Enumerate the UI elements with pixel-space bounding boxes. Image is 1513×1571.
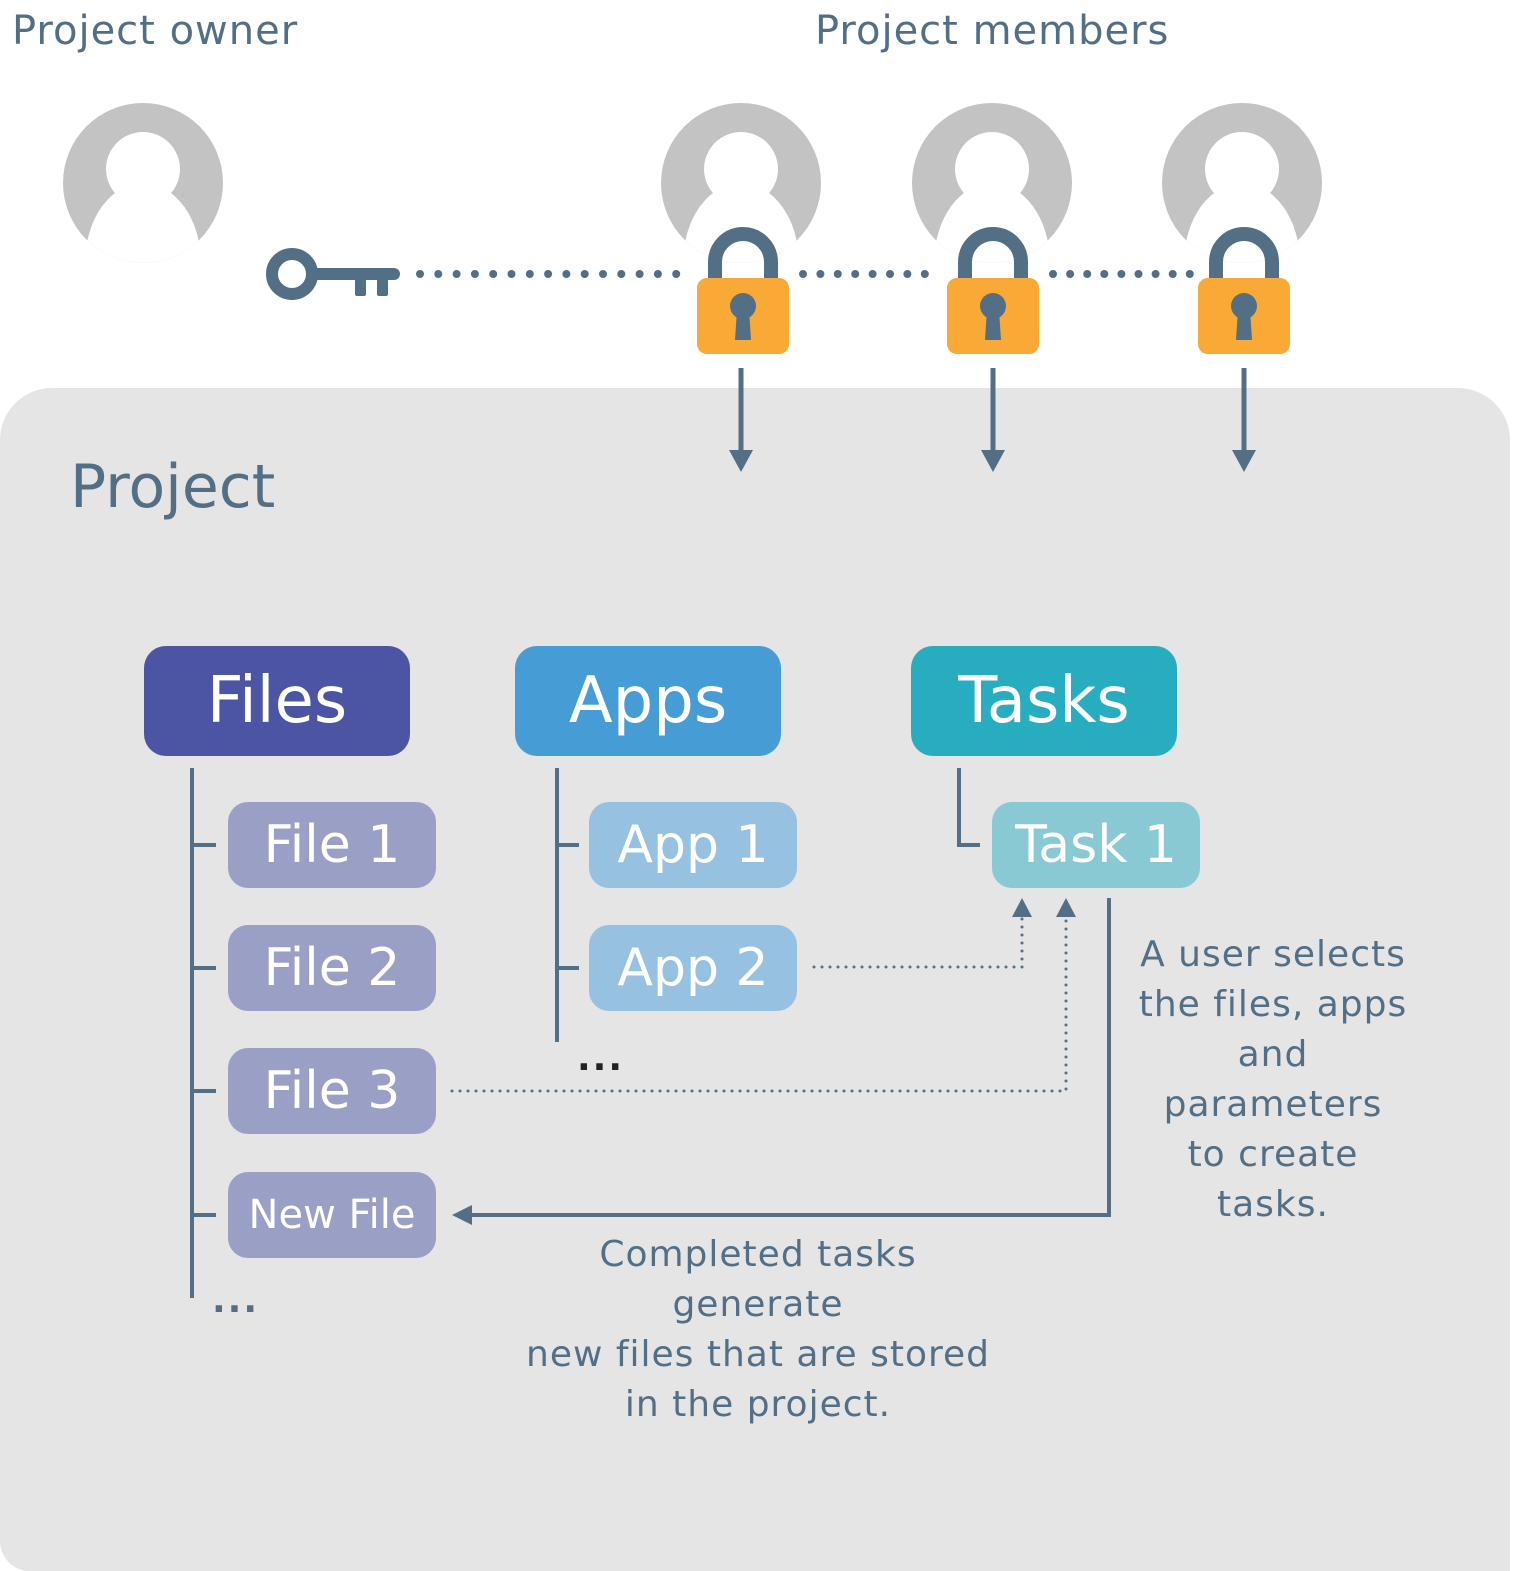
- note-line: A user selects: [1140, 934, 1406, 975]
- apps-header[interactable]: Apps: [515, 646, 781, 756]
- apps-more-ellipsis: ...: [577, 1038, 625, 1079]
- task-output-note: Completed tasks generate new files that …: [508, 1230, 1008, 1430]
- tasks-tree-lines: [957, 768, 980, 847]
- file-item[interactable]: File 3: [228, 1048, 436, 1134]
- files-tree-lines: [190, 768, 216, 1298]
- task-creation-note: A user selects the files, apps and param…: [1128, 930, 1418, 1230]
- note-line: to create tasks.: [1187, 1134, 1359, 1225]
- apps-tree-lines: [555, 768, 579, 1042]
- owner-avatar-icon: [63, 103, 223, 343]
- note-line: new files that are stored: [526, 1334, 990, 1375]
- arrow-left-icon: [452, 1205, 472, 1225]
- note-line: Completed tasks generate: [599, 1234, 917, 1325]
- arrow-up-icon: [1056, 898, 1076, 917]
- tasks-header[interactable]: Tasks: [911, 646, 1177, 756]
- files-header[interactable]: Files: [144, 646, 410, 756]
- app-item[interactable]: App 2: [589, 925, 797, 1011]
- member-3: [1162, 103, 1322, 472]
- note-line: and parameters: [1163, 1034, 1383, 1125]
- note-line: in the project.: [624, 1384, 892, 1425]
- files-more-ellipsis: ...: [212, 1280, 260, 1321]
- file-item[interactable]: File 1: [228, 802, 436, 888]
- file-item[interactable]: File 2: [228, 925, 436, 1011]
- arrow-up-icon: [1012, 898, 1032, 917]
- new-file-item[interactable]: New File: [228, 1172, 436, 1258]
- app-item[interactable]: App 1: [589, 802, 797, 888]
- key-icon: [266, 248, 400, 300]
- task-item[interactable]: Task 1: [992, 802, 1200, 888]
- member-2: [912, 103, 1072, 472]
- note-line: the files, apps: [1138, 984, 1408, 1025]
- member-1: [661, 103, 821, 472]
